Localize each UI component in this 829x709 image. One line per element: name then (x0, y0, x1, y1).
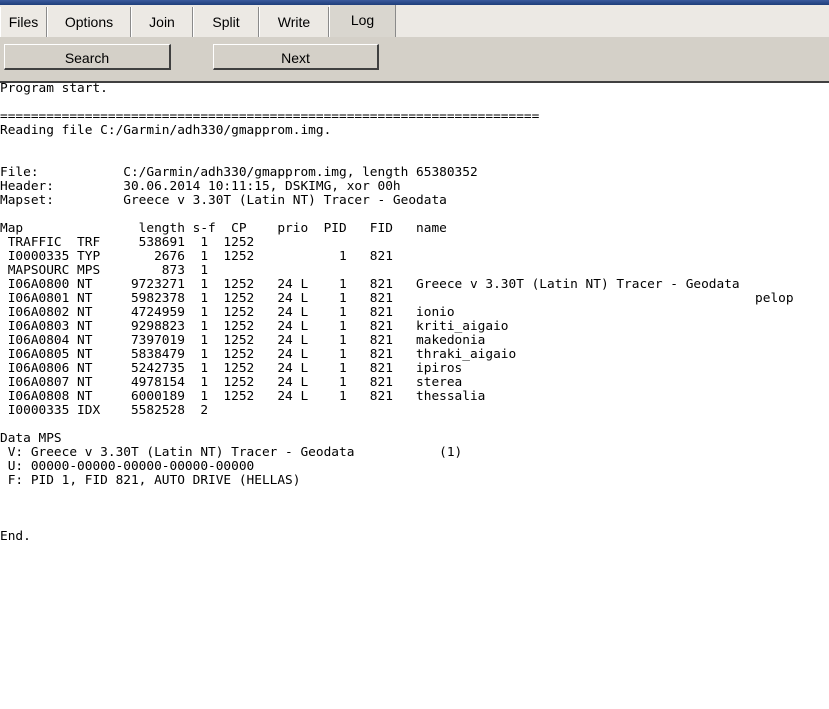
tab-split[interactable]: Split (193, 7, 259, 37)
log-line: F: PID 1, FID 821, AUTO DRIVE (HELLAS) (0, 473, 301, 488)
log-line: Mapset: Greece v 3.30T (Latin NT) Tracer… (0, 193, 447, 208)
next-button[interactable]: Next (213, 44, 379, 70)
toolbar: Search Next (0, 37, 829, 83)
log-line: I06A0804 NT 7397019 1 1252 24 L 1 821 ma… (0, 333, 486, 348)
log-line: I06A0801 NT 5982378 1 1252 24 L 1 821 pe… (0, 291, 794, 306)
log-line: I06A0805 NT 5838479 1 1252 24 L 1 821 th… (0, 347, 517, 362)
log-line: End. (0, 529, 31, 544)
tab-files[interactable]: Files (0, 7, 47, 37)
tab-log[interactable]: Log (329, 5, 396, 37)
log-line: I06A0803 NT 9298823 1 1252 24 L 1 821 kr… (0, 319, 509, 334)
tab-options[interactable]: Options (47, 7, 131, 37)
log-output[interactable]: Program start. ==========================… (0, 82, 829, 709)
log-line: Reading file C:/Garmin/adh330/gmapprom.i… (0, 123, 332, 138)
log-line: U: 00000-00000-00000-00000-00000 (0, 459, 255, 474)
log-line: I0000335 TYP 2676 1 1252 1 821 (0, 249, 393, 264)
log-line: I06A0808 NT 6000189 1 1252 24 L 1 821 th… (0, 389, 486, 404)
log-line: I06A0800 NT 9723271 1 1252 24 L 1 821 Gr… (0, 277, 740, 292)
log-line: ========================================… (0, 109, 540, 124)
tab-join[interactable]: Join (131, 7, 193, 37)
tab-write[interactable]: Write (259, 7, 329, 37)
log-line: Program start. (0, 81, 108, 96)
log-line: TRAFFIC TRF 538691 1 1252 (0, 235, 255, 250)
tab-bar: Files Options Join Split Write Log (0, 5, 829, 38)
log-line: MAPSOURC MPS 873 1 (0, 263, 209, 278)
log-line: Map length s-f CP prio PID FID name (0, 221, 447, 236)
log-line: File: C:/Garmin/adh330/gmapprom.img, len… (0, 165, 478, 180)
log-line: Header: 30.06.2014 10:11:15, DSKIMG, xor… (0, 179, 401, 194)
log-line: I06A0806 NT 5242735 1 1252 24 L 1 821 ip… (0, 361, 463, 376)
log-line: V: Greece v 3.30T (Latin NT) Tracer - Ge… (0, 445, 463, 460)
search-button[interactable]: Search (4, 44, 171, 70)
log-line: I06A0802 NT 4724959 1 1252 24 L 1 821 io… (0, 305, 455, 320)
log-line: I0000335 IDX 5582528 2 (0, 403, 209, 418)
log-line: I06A0807 NT 4978154 1 1252 24 L 1 821 st… (0, 375, 463, 390)
log-line: Data MPS (0, 431, 62, 446)
